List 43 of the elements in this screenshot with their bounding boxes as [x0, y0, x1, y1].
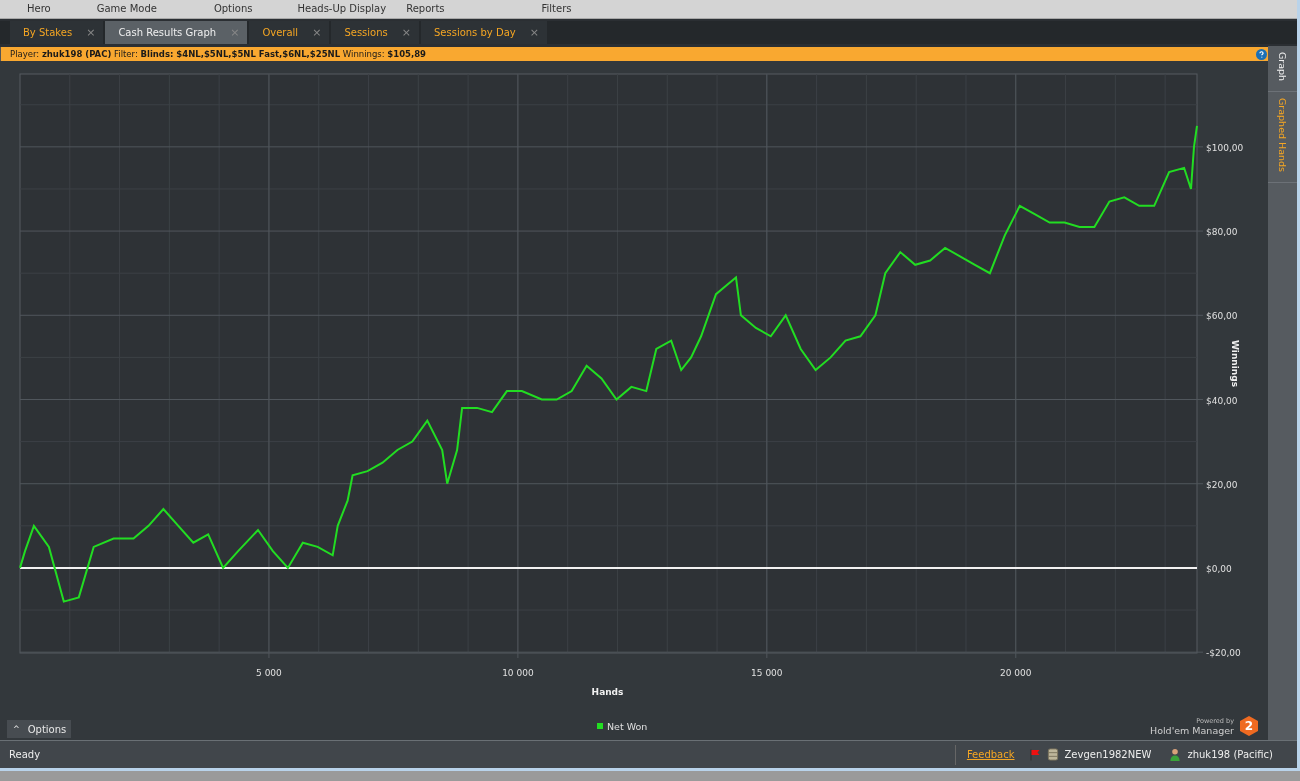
- database-icon: [1046, 748, 1059, 761]
- logo-badge: 2: [1240, 716, 1258, 736]
- user-icon: [1169, 748, 1182, 761]
- feedback-link[interactable]: Feedback: [966, 749, 1015, 760]
- status-text: Ready: [9, 749, 41, 760]
- y-axis-title: Winnings: [1230, 339, 1240, 388]
- close-icon[interactable]: ×: [86, 26, 96, 39]
- database-name: Zevgen1982NEW: [1064, 749, 1152, 760]
- x-tick-label: 15 000: [751, 668, 783, 678]
- menu-item[interactable]: Reports: [406, 0, 445, 18]
- menu-item[interactable]: Options: [213, 0, 253, 18]
- flag-icon: [1028, 748, 1041, 761]
- x-axis-title: Hands: [591, 687, 624, 697]
- menu-item[interactable]: Game Mode: [96, 0, 157, 18]
- user-name: zhuk198 (Pacific): [1187, 749, 1273, 760]
- tab[interactable]: Sessions ×: [331, 21, 419, 44]
- menu-item[interactable]: Filters: [541, 0, 572, 18]
- x-tick-label: 20 000: [1000, 668, 1032, 678]
- tab[interactable]: Overall ×: [249, 21, 330, 44]
- tab[interactable]: By Stakes ×: [10, 21, 104, 44]
- help-icon[interactable]: [1256, 48, 1267, 60]
- y-tick-label: $100,00: [1206, 142, 1244, 153]
- side-tab[interactable]: Graph: [1268, 46, 1297, 93]
- menu-item[interactable]: Hero: [27, 0, 51, 18]
- y-tick-label: $20,00: [1206, 479, 1238, 490]
- filter-summary: Player: zhuk198 (PAC) Filter: Blinds: $4NL,$5NL,$5NL Fast,$6NL,$25NL Winnings: $105,89: [10, 49, 427, 59]
- close-icon[interactable]: ×: [401, 26, 411, 39]
- x-tick-label: 10 000: [502, 668, 534, 678]
- y-tick-label: $80,00: [1206, 227, 1238, 238]
- options-button[interactable]: ^ Options: [7, 720, 72, 738]
- y-tick-label: $60,00: [1206, 311, 1238, 322]
- legend-label: Net Won: [607, 721, 648, 732]
- y-tick-label: $0,00: [1206, 563, 1232, 574]
- tab[interactable]: Cash Results Graph ×: [105, 21, 248, 44]
- y-tick-label: -$20,00: [1206, 648, 1241, 659]
- close-icon[interactable]: ×: [312, 26, 322, 39]
- brand-name: Hold'em Manager: [1150, 724, 1234, 736]
- menu-item[interactable]: Heads-Up Display: [297, 0, 387, 18]
- x-tick-label: 5 000: [256, 668, 282, 678]
- tab[interactable]: Sessions by Day ×: [420, 21, 547, 44]
- close-icon[interactable]: ×: [529, 26, 539, 39]
- side-tab[interactable]: Graphed Hands: [1268, 92, 1297, 184]
- y-tick-label: $40,00: [1206, 395, 1238, 406]
